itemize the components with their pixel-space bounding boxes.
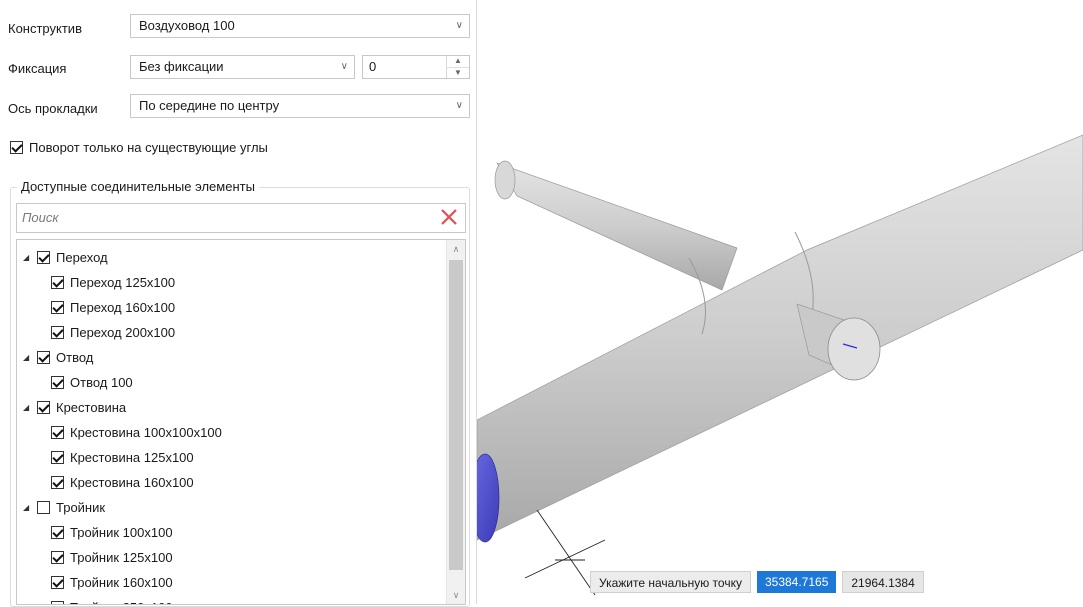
tree-item-label: Тройник [56, 500, 106, 515]
tree-item-checkbox[interactable] [51, 426, 64, 439]
chevron-down-icon: ∨ [455, 20, 463, 31]
tree-item-label: Крестовина 125x100 [70, 450, 194, 465]
model-viewport[interactable] [470, 0, 1083, 604]
connectors-group: Доступные соединительные элементы Поиск … [10, 179, 470, 607]
branch-duct [494, 160, 738, 291]
tree-item-label: Тройник 100x100 [70, 525, 173, 540]
connectors-group-title: Доступные соединительные элементы [17, 179, 259, 194]
tree-item-label: Переход 125x100 [70, 275, 176, 290]
tree-child-item[interactable]: Переход 200x100 [51, 320, 175, 345]
chevron-down-icon: ∨ [455, 100, 463, 111]
construct-value: Воздуховод 100 [139, 18, 235, 33]
tree-child-item[interactable]: Крестовина 125x100 [51, 445, 194, 470]
scroll-down-icon[interactable]: ∨ [447, 586, 465, 604]
tree-item-checkbox[interactable] [37, 351, 50, 364]
rotate-option[interactable]: Поворот только на существующие углы [10, 140, 268, 155]
fixation-label: Фиксация [8, 61, 67, 76]
construct-dropdown[interactable]: Воздуховод 100 ∨ [130, 14, 470, 38]
tree-item-label: Переход 160x100 [70, 300, 176, 315]
rotate-checkbox[interactable] [10, 141, 23, 154]
tree-child-item[interactable]: Переход 160x100 [51, 295, 175, 320]
tree-item-checkbox[interactable] [51, 276, 64, 289]
tree-item-checkbox[interactable] [51, 551, 64, 564]
axis-value: По середине по центру [139, 98, 280, 113]
stepper-down-icon[interactable]: ▼ [447, 66, 469, 79]
tree-child-item[interactable]: Крестовина 100x100x100 [51, 420, 222, 445]
y-coordinate-input[interactable]: 21964.1384 [842, 571, 924, 593]
stepper-arrows[interactable]: ▲ ▼ [446, 56, 469, 78]
tree-item-checkbox[interactable] [51, 576, 64, 589]
tree-item-checkbox[interactable] [51, 326, 64, 339]
tree-item-checkbox[interactable] [51, 451, 64, 464]
tree-item-label: Крестовина 100x100x100 [70, 425, 222, 440]
tree-group-item[interactable]: ◢ Крестовина [23, 395, 126, 420]
tree-item-label: Переход [56, 250, 108, 265]
duct-3d-view [470, 134, 1083, 596]
tree-item-checkbox[interactable] [51, 301, 64, 314]
expand-triangle-icon[interactable]: ◢ [23, 503, 31, 512]
tree-item-checkbox[interactable] [51, 601, 64, 604]
construct-label: Конструктив [8, 21, 82, 36]
tree-group-item[interactable]: ◢ Отвод [23, 345, 93, 370]
tree-item-label: Отвод [56, 350, 94, 365]
tree-item-checkbox[interactable] [37, 251, 50, 264]
tree-group-item[interactable]: ◢ Тройник [23, 495, 105, 520]
tree-item-checkbox[interactable] [37, 401, 50, 414]
tree-child-item[interactable]: Переход 125x100 [51, 270, 175, 295]
search-placeholder: Поиск [22, 210, 59, 225]
connectors-tree[interactable]: ◢ Переход Переход 125x100 Переход 160x100 Пе… [16, 239, 466, 605]
clear-search-icon[interactable] [439, 207, 459, 227]
tree-group-item[interactable]: ◢ Переход [23, 245, 108, 270]
tree-item-label: Тройник 250x100 [70, 600, 173, 604]
tree-item-label: Тройник 160x100 [70, 575, 173, 590]
command-prompt: Укажите начальную точку 35384.7165 21964… [590, 571, 924, 593]
tree-item-checkbox[interactable] [51, 526, 64, 539]
axis-dropdown[interactable]: По середине по центру ∨ [130, 94, 470, 118]
expand-triangle-icon[interactable]: ◢ [23, 253, 31, 262]
chevron-down-icon: ∨ [340, 61, 348, 72]
tree-child-item[interactable]: Тройник 160x100 [51, 570, 173, 595]
fixation-dropdown[interactable]: Без фиксации ∨ [130, 55, 355, 79]
scroll-up-icon[interactable]: ∧ [447, 240, 465, 258]
tree-child-item[interactable]: Тройник 100x100 [51, 520, 173, 545]
tree-child-item[interactable]: Крестовина 160x100 [51, 470, 194, 495]
tree-scrollbar[interactable]: ∧ ∨ [446, 240, 465, 604]
search-input[interactable]: Поиск [16, 203, 466, 233]
stepper-up-icon[interactable]: ▲ [447, 56, 469, 67]
x-coordinate-input[interactable]: 35384.7165 [756, 571, 837, 593]
properties-panel: Конструктив Воздуховод 100 ∨ Фиксация Бе… [0, 0, 477, 607]
tree-child-item[interactable]: Тройник 125x100 [51, 545, 173, 570]
fixation-number-stepper[interactable]: 0 ▲ ▼ [362, 55, 470, 79]
tree-item-label: Переход 200x100 [70, 325, 176, 340]
tree-item-checkbox[interactable] [37, 501, 50, 514]
rotate-label: Поворот только на существующие углы [29, 140, 268, 155]
tree-item-label: Крестовина [56, 400, 127, 415]
scroll-thumb[interactable] [449, 260, 463, 570]
axis-label: Ось прокладки [8, 101, 98, 116]
expand-triangle-icon[interactable]: ◢ [23, 353, 31, 362]
tree-item-label: Тройник 125x100 [70, 550, 173, 565]
tree-item-checkbox[interactable] [51, 376, 64, 389]
tree-item-label: Отвод 100 [70, 375, 133, 390]
expand-triangle-icon[interactable]: ◢ [23, 403, 31, 412]
prompt-message: Укажите начальную точку [590, 571, 751, 593]
tree-item-label: Крестовина 160x100 [70, 475, 194, 490]
fixation-number-value: 0 [369, 59, 377, 74]
tree-item-checkbox[interactable] [51, 476, 64, 489]
fixation-value: Без фиксации [139, 59, 224, 74]
tree-child-item[interactable]: Отвод 100 [51, 370, 133, 395]
